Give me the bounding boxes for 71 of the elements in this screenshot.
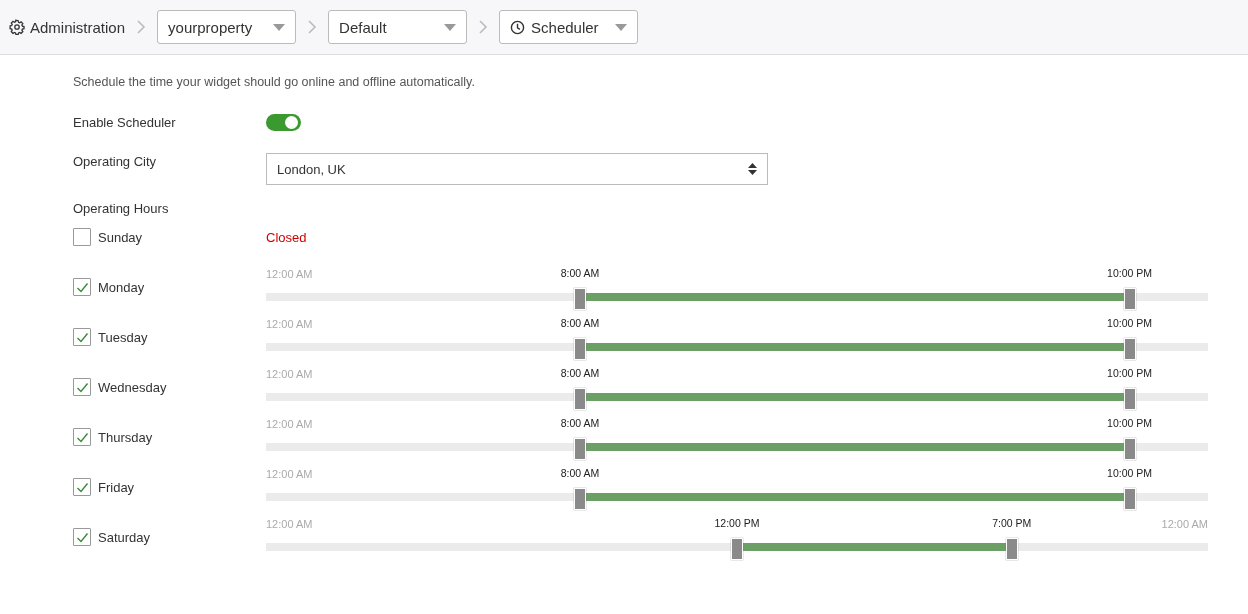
time-label: 8:00 AM xyxy=(560,467,600,479)
slider-handle[interactable] xyxy=(573,388,586,410)
caret-icon xyxy=(273,23,286,31)
day-label: Wednesday xyxy=(98,379,167,395)
chevron-icon xyxy=(477,19,490,35)
breadcrumb-root[interactable]: Administration xyxy=(30,18,126,36)
scale-label: 12:00 AM xyxy=(266,318,313,330)
scale-label: 12:00 AM xyxy=(266,518,313,530)
slider-handle[interactable] xyxy=(573,288,586,310)
breadcrumb-dropdown[interactable]: Default xyxy=(328,10,468,44)
day-label: Tuesday xyxy=(98,329,148,345)
slider-handle[interactable] xyxy=(1123,288,1136,310)
slider-handle[interactable] xyxy=(1005,538,1018,560)
time-label: 10:00 PM xyxy=(1107,467,1152,479)
day-checkbox[interactable] xyxy=(73,278,91,296)
day-label: Friday xyxy=(98,479,135,495)
time-label: 12:00 PM xyxy=(714,517,760,529)
caret-icon xyxy=(444,23,457,31)
day-checkbox[interactable] xyxy=(73,528,91,546)
check-icon xyxy=(75,480,89,494)
time-label: 10:00 PM xyxy=(1107,367,1152,379)
time-label: 10:00 PM xyxy=(1107,267,1152,279)
slider-handle[interactable] xyxy=(573,438,586,460)
check-icon xyxy=(75,430,89,444)
day-checkbox[interactable] xyxy=(73,328,91,346)
description-text: Schedule the time your widget should go online and offline automatically. xyxy=(73,75,476,89)
scale-label: 12:00 AM xyxy=(266,418,313,430)
check-icon xyxy=(75,380,89,394)
scale-label: 12:00 AM xyxy=(266,468,313,480)
breadcrumb-dropdown[interactable]: yourproperty xyxy=(157,10,297,44)
slider-handle[interactable] xyxy=(731,538,743,560)
time-label: 10:00 PM xyxy=(1107,317,1152,329)
day-checkbox[interactable] xyxy=(73,478,91,496)
toggle-switch[interactable] xyxy=(266,114,301,131)
slider-handle[interactable] xyxy=(573,338,586,360)
closed-status: Closed xyxy=(266,229,308,245)
slider-handle[interactable] xyxy=(573,488,586,510)
time-label: 7:00 PM xyxy=(992,517,1032,529)
field-label: Operating City xyxy=(73,153,158,169)
scale-label: 12:00 AM xyxy=(266,368,313,380)
slider-handle[interactable] xyxy=(1123,438,1136,460)
city-select[interactable]: London, UK xyxy=(266,153,768,185)
check-icon xyxy=(75,530,89,544)
scale-label: 12:00 AM xyxy=(1161,518,1208,530)
caret-icon xyxy=(615,23,628,31)
day-label: Monday xyxy=(98,279,145,295)
day-label: Saturday xyxy=(98,529,151,545)
day-label: Sunday xyxy=(98,229,143,245)
settings-icon xyxy=(9,19,25,35)
chevron-icon xyxy=(306,19,319,35)
check-icon xyxy=(75,280,89,294)
slider-handle[interactable] xyxy=(1123,488,1136,510)
day-label: Thursday xyxy=(98,429,153,445)
breadcrumb-dropdown[interactable]: Scheduler xyxy=(499,10,639,44)
slider-handle[interactable] xyxy=(1123,388,1136,410)
day-checkbox[interactable] xyxy=(73,228,91,246)
time-label: 8:00 AM xyxy=(560,317,600,329)
section-label: Operating Hours xyxy=(73,201,170,216)
slider-handle[interactable] xyxy=(1123,338,1136,360)
time-label: 8:00 AM xyxy=(560,417,600,429)
time-label: 8:00 AM xyxy=(560,267,600,279)
scale-label: 12:00 AM xyxy=(266,268,313,280)
clock-icon xyxy=(510,19,526,35)
sort-arrows-icon xyxy=(748,163,757,175)
field-label: Enable Scheduler xyxy=(73,115,177,130)
day-checkbox[interactable] xyxy=(73,428,91,446)
day-checkbox[interactable] xyxy=(73,378,91,396)
time-label: 10:00 PM xyxy=(1107,417,1152,429)
chevron-icon xyxy=(135,19,148,35)
time-label: 8:00 AM xyxy=(560,367,600,379)
check-icon xyxy=(75,330,89,344)
